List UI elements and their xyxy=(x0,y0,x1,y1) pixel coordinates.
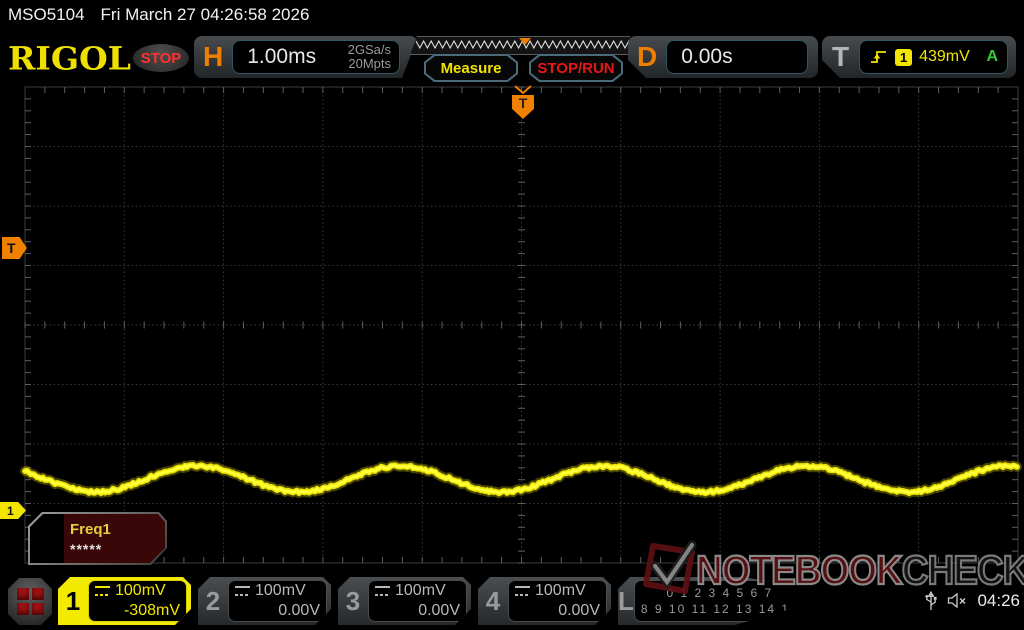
delay-settings[interactable]: D 0.00s xyxy=(628,36,818,78)
trigger-box: 1 439mV A xyxy=(859,40,1008,74)
channel-2-scale: 100mV xyxy=(255,582,306,599)
trigger-position-label: T xyxy=(518,95,528,111)
trigger-t-icon: T xyxy=(832,41,850,72)
timebase-box: 1.00ms 2GSa/s 20Mpts xyxy=(232,40,400,74)
trigger-level-value: 439mV xyxy=(919,48,970,65)
rising-edge-icon xyxy=(869,49,888,65)
horizontal-settings[interactable]: H 1.00ms 2GSa/s 20Mpts xyxy=(194,36,418,78)
sample-rate: 2GSa/s xyxy=(347,42,391,57)
header-toolbar: RIGOL STOP H 1.00ms 2GSa/s 20Mpts Measur… xyxy=(0,30,1024,85)
timebase-value: 1.00ms xyxy=(247,45,317,68)
menu-button[interactable] xyxy=(8,578,52,625)
trigger-position-marker[interactable]: T xyxy=(512,95,534,119)
watermark-text-check: CHECK xyxy=(901,547,1024,594)
measure-button[interactable]: Measure xyxy=(424,54,518,82)
oscilloscope-screen: MSO5104 Fri March 27 04:26:58 2026 T T 1… xyxy=(0,0,1024,630)
measurement-name: Freq1 xyxy=(70,521,111,538)
channel-2-button[interactable]: 2 100mV 0.00V xyxy=(198,577,331,625)
status-topbar: MSO5104 Fri March 27 04:26:58 2026 xyxy=(0,0,1024,30)
channel-4-button[interactable]: 4 100mV 0.00V xyxy=(478,577,611,625)
channel1-ground-label: 1 xyxy=(7,503,14,518)
trigger-mode: A xyxy=(986,48,998,65)
stop-run-button-label: STOP/RUN xyxy=(537,59,615,77)
trigger-source-badge: 1 xyxy=(895,49,912,66)
logic-analyzer-label: L xyxy=(618,585,634,616)
preview-position-marker xyxy=(518,38,531,45)
waveform-preview-strip[interactable] xyxy=(410,36,639,55)
channel-3-scale: 100mV xyxy=(395,582,446,599)
delay-box: 0.00s xyxy=(666,40,808,74)
channel-2-number: 2 xyxy=(205,585,221,616)
delay-value: 0.00s xyxy=(681,45,733,68)
dc-coupling-icon xyxy=(515,586,530,596)
trigger-level-marker[interactable]: T xyxy=(2,237,27,259)
datetime-text: Fri March 27 04:26:58 2026 xyxy=(100,5,310,24)
measurement-box[interactable]: Freq1 ***** xyxy=(28,512,167,565)
delay-d-icon: D xyxy=(637,41,658,72)
model-name: MSO5104 xyxy=(8,5,85,24)
channel-1-number: 1 xyxy=(65,585,81,616)
trigger-chevron-icon xyxy=(514,85,532,94)
app-grid-icon xyxy=(16,588,44,615)
notebookcheck-logo-icon xyxy=(643,540,697,594)
channel-3-offset: 0.00V xyxy=(418,602,460,619)
channel-4-offset: 0.00V xyxy=(558,602,600,619)
channel-4-scale: 100mV xyxy=(535,582,586,599)
dc-coupling-icon xyxy=(375,586,390,596)
channel-3-button[interactable]: 3 100mV 0.00V xyxy=(338,577,471,625)
memory-depth: 20Mpts xyxy=(348,56,391,71)
channel-4-number: 4 xyxy=(485,585,501,616)
channel1-ground-marker[interactable]: 1 xyxy=(0,502,26,519)
channel-2-offset: 0.00V xyxy=(278,602,320,619)
channel-1-scale: 100mV xyxy=(115,582,166,599)
channel-1-button[interactable]: 1 100mV -308mV xyxy=(58,577,191,625)
notebookcheck-watermark: NOTEBOOK CHECK xyxy=(636,538,1024,604)
channel-1-offset: -308mV xyxy=(123,602,180,619)
dc-coupling-icon xyxy=(95,586,110,596)
trigger-level-label: T xyxy=(7,240,16,256)
stop-run-button[interactable]: STOP/RUN xyxy=(529,54,623,82)
trigger-settings[interactable]: T 1 439mV A xyxy=(822,36,1016,78)
measure-button-label: Measure xyxy=(440,59,502,77)
horizontal-h-icon: H xyxy=(203,41,224,72)
dc-coupling-icon xyxy=(235,586,250,596)
measurement-box-inner: Freq1 ***** xyxy=(30,514,165,563)
channel-3-number: 3 xyxy=(345,585,361,616)
rigol-logo: RIGOL xyxy=(8,39,131,78)
measurement-value: ***** xyxy=(70,541,103,557)
watermark-text-notebook: NOTEBOOK xyxy=(695,547,904,594)
run-state-indicator[interactable]: STOP xyxy=(133,44,189,72)
